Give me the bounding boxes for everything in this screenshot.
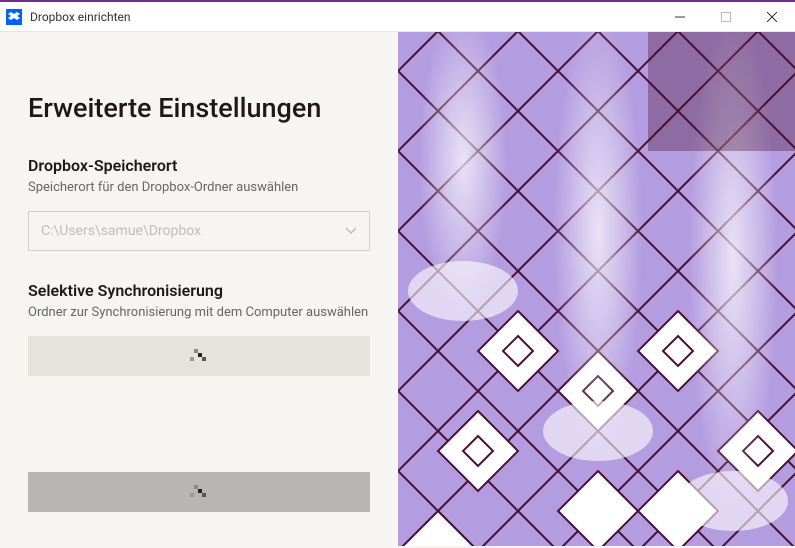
sync-section-title: Selektive Synchronisierung xyxy=(28,281,370,300)
location-section-desc: Speicherort für den Dropbox-Ordner auswä… xyxy=(28,179,370,197)
window-controls xyxy=(657,2,795,31)
window-titlebar: Dropbox einrichten xyxy=(0,2,795,32)
location-section-title: Dropbox-Speicherort xyxy=(28,156,370,175)
location-path-select[interactable]: C:\Users\samue\Dropbox xyxy=(28,211,370,251)
chevron-down-icon xyxy=(345,224,357,238)
dropbox-icon xyxy=(6,9,22,25)
sync-section-desc: Ordner zur Synchronisierung mit dem Comp… xyxy=(28,304,370,322)
settings-panel: Erweiterte Einstellungen Dropbox-Speiche… xyxy=(0,32,398,546)
loading-icon xyxy=(190,349,208,363)
close-button[interactable] xyxy=(749,2,795,31)
selective-sync-button[interactable] xyxy=(28,336,370,376)
maximize-button[interactable] xyxy=(703,2,749,31)
loading-icon xyxy=(190,485,208,499)
page-title: Erweiterte Einstellungen xyxy=(28,92,370,124)
minimize-button[interactable] xyxy=(657,2,703,31)
location-path-text: C:\Users\samue\Dropbox xyxy=(41,223,345,239)
primary-action-button[interactable] xyxy=(28,472,370,512)
decorative-illustration xyxy=(398,32,795,546)
window-title: Dropbox einrichten xyxy=(30,10,657,24)
